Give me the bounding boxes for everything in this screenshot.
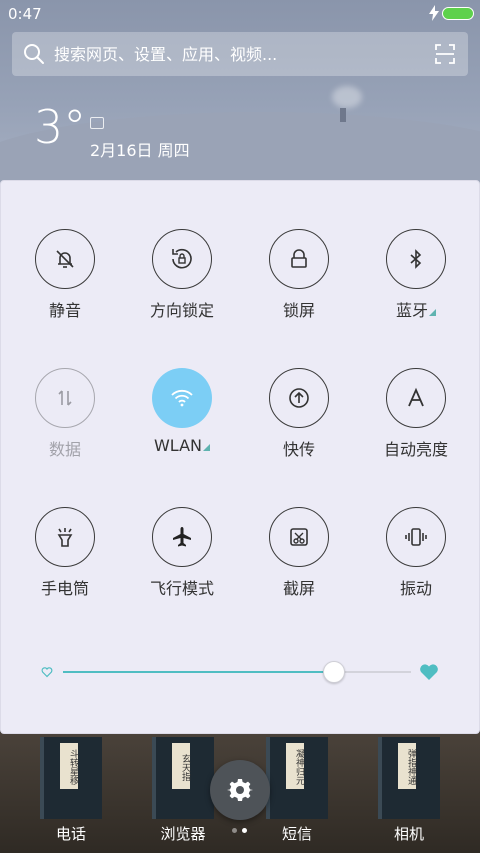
toggle-circle[interactable] [35,229,95,289]
lock-icon [291,249,307,268]
slider-track[interactable] [63,661,411,683]
toggle-vibrate[interactable]: 振动 [358,507,474,617]
wallpaper-top [0,0,480,190]
wifi-icon [171,389,193,407]
toggle-circle[interactable] [269,368,329,428]
toggle-circle[interactable] [386,368,446,428]
app-icon-tag: 玄天指 [172,743,190,789]
airplane-icon [173,527,191,547]
toggle-label: 截屏 [282,579,315,598]
toggle-quick-share[interactable]: 快传 [241,368,357,478]
toggle-circle[interactable] [152,368,212,428]
toggle-auto-brightness[interactable]: 自动亮度 [358,368,474,478]
toggle-screenshot[interactable]: 截屏 [241,507,357,617]
toggle-label: 振动 [399,579,432,598]
page-dot-active [242,828,247,833]
toggle-circle[interactable] [386,229,446,289]
wallpaper-smoke [332,86,362,108]
brightness-high-icon [420,664,438,680]
page-indicator [232,828,250,834]
search-input[interactable] [54,43,414,65]
brightness-slider[interactable] [37,657,447,687]
more-settings-mark [429,309,436,316]
dock-label-messages[interactable]: 短信 [242,823,352,844]
toggle-circle[interactable] [386,507,446,567]
weather-date: 2月16日 周四 [90,141,190,160]
toggle-circle[interactable] [152,507,212,567]
toggle-bluetooth[interactable]: 蓝牙 [358,229,474,339]
scan-icon[interactable] [434,43,456,65]
toggle-label: 方向锁定 [149,301,214,320]
toggle-circle[interactable] [152,229,212,289]
app-icon-camera[interactable]: 弹指神通 [378,737,440,819]
toggle-circle[interactable] [269,507,329,567]
dock-label-phone[interactable]: 电话 [16,823,126,844]
charging-bolt-icon [429,5,439,21]
app-icon-tag: 斗转星移 [60,743,78,789]
toggle-label: 数据 [48,440,81,459]
app-icon-tag: 弹指神通 [398,743,416,789]
dock-label-browser[interactable]: 浏览器 [128,823,238,844]
quick-settings-panel: 静音 方向锁定 锁屏 蓝牙 数据 WLAN 快传 自动亮度 手电筒 飞行模式 截… [0,180,480,734]
app-icon-messages[interactable]: 凝神归元 [266,737,328,819]
settings-button[interactable] [210,760,270,820]
more-settings-mark [203,444,210,451]
toggle-label-text: 蓝牙 [395,301,428,320]
toggle-rotation-lock[interactable]: 方向锁定 [124,229,240,339]
app-icon-phone[interactable]: 斗转星移 [40,737,102,819]
toggle-circle[interactable] [269,229,329,289]
toggle-mobile-data[interactable]: 数据 [7,368,123,478]
toggle-wlan[interactable]: WLAN [124,368,240,478]
slider-fill [63,671,335,673]
toggle-label: 手电筒 [40,579,89,598]
page-dot [232,828,237,833]
toggle-airplane-mode[interactable]: 飞行模式 [124,507,240,617]
auto-brightness-icon [408,387,424,407]
weather-haze-icon [90,117,104,129]
toggle-flashlight[interactable]: 手电筒 [7,507,123,617]
toggle-circle[interactable] [35,507,95,567]
bluetooth-icon [410,249,422,269]
battery-icon [442,7,474,20]
share-upload-icon [289,388,309,408]
toggle-label-text: WLAN [153,436,202,455]
data-arrows-icon [58,390,72,406]
search-bar[interactable] [12,32,468,76]
rotation-lock-icon [172,248,192,269]
status-time: 0:47 [8,5,42,23]
weather-temperature: 3° [34,100,87,154]
bell-off-icon [56,250,74,268]
search-icon [24,44,44,64]
vibrate-icon [405,528,427,546]
toggle-label: 静音 [48,301,81,320]
wallpaper-chimney [340,108,346,122]
toggle-lock-screen[interactable]: 锁屏 [241,229,357,339]
toggle-label: WLAN [124,436,240,455]
app-icon-tag: 凝神归元 [286,743,304,789]
app-icon-browser[interactable]: 玄天指 [152,737,214,819]
gear-icon [227,779,253,801]
toggle-label: 自动亮度 [383,440,448,459]
toggle-circle[interactable] [35,368,95,428]
dock-label-camera[interactable]: 相机 [354,823,464,844]
toggle-label: 快传 [282,440,315,459]
brightness-low-icon [41,667,53,678]
toggle-label: 锁屏 [282,301,315,320]
flashlight-icon [57,528,73,547]
toggle-mute[interactable]: 静音 [7,229,123,339]
toggle-label: 蓝牙 [358,297,474,321]
slider-thumb[interactable] [323,661,346,683]
status-bar: 0:47 [0,0,480,28]
screenshot-icon [290,528,308,546]
toggle-label: 飞行模式 [149,579,214,598]
